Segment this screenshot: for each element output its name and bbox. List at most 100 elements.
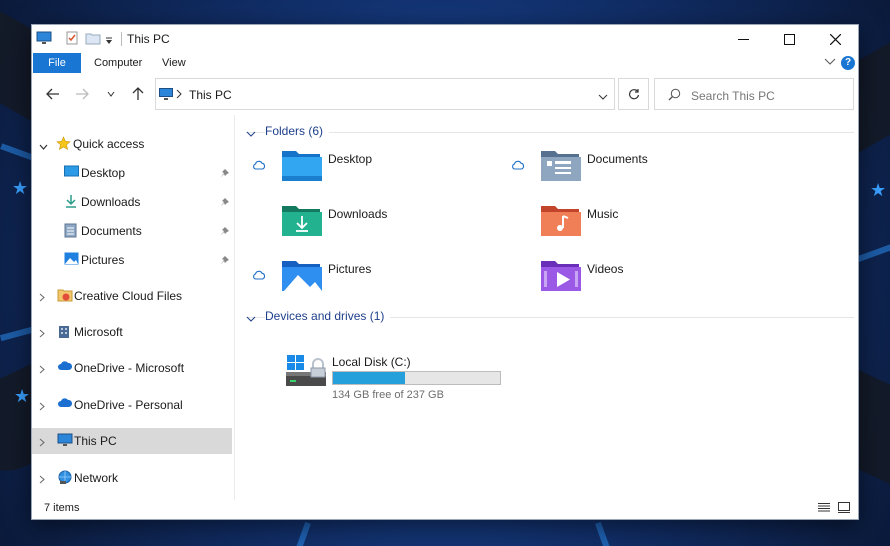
nav-onedrive-personal[interactable]: OneDrive - Personal	[32, 392, 232, 418]
address-dropdown-icon[interactable]	[598, 89, 608, 103]
maximize-button[interactable]	[766, 25, 812, 53]
drive-local-disk-c[interactable]: Local Disk (C:) 134 GB free of 237 GB	[286, 351, 526, 401]
nav-label-desktop: Desktop	[81, 166, 126, 180]
breadcrumb-this-pc[interactable]: This PC	[189, 88, 232, 102]
folder-videos[interactable]: Videos	[511, 259, 751, 303]
details-view-button[interactable]	[818, 502, 830, 516]
network-icon	[57, 470, 73, 486]
nav-quick-access[interactable]: Quick access	[32, 131, 232, 157]
content-pane: Folders (6) Desktop Documents Downloads	[236, 115, 858, 500]
nav-quick-documents[interactable]: Documents	[32, 218, 232, 244]
nav-creative-cloud-files[interactable]: Creative Cloud Files	[32, 283, 232, 309]
nav-onedrive-microsoft[interactable]: OneDrive - Microsoft	[32, 355, 232, 381]
cloud-sync-icon	[252, 159, 266, 173]
onedrive-cloud-icon	[57, 360, 73, 376]
address-bar[interactable]: This PC	[155, 78, 615, 110]
folder-documents[interactable]: Documents	[511, 149, 751, 193]
title-separator	[121, 32, 122, 46]
search-placeholder: Search This PC	[691, 89, 775, 103]
desktop-folder-icon	[282, 149, 322, 185]
devices-group-label: Devices and drives (1)	[265, 309, 391, 323]
music-folder-icon	[541, 204, 581, 240]
refresh-button[interactable]	[618, 78, 649, 110]
pin-icon[interactable]	[220, 196, 229, 210]
help-icon[interactable]: ?	[841, 56, 855, 70]
up-button[interactable]	[129, 85, 147, 103]
nav-label-network: Network	[74, 471, 119, 485]
folder-label-desktop: Desktop	[328, 152, 373, 166]
back-arrow-icon	[46, 88, 59, 100]
navigation-pane: Quick access Desktop Downloads Documents	[32, 115, 235, 500]
new-folder-icon[interactable]	[85, 31, 101, 48]
recent-locations-button[interactable]	[102, 85, 120, 103]
search-input[interactable]: Search This PC	[654, 78, 854, 110]
this-pc-icon	[36, 31, 52, 48]
drive-free-space: 134 GB free of 237 GB	[332, 389, 444, 401]
nav-label-onedrive-personal: OneDrive - Personal	[74, 398, 183, 412]
document-icon	[64, 223, 80, 239]
large-icons-view-icon	[838, 502, 850, 513]
folders-group-header[interactable]: Folders (6)	[246, 123, 854, 139]
chevron-down-icon[interactable]	[246, 311, 256, 325]
pin-icon[interactable]	[220, 167, 229, 181]
chevron-right-icon[interactable]	[39, 473, 45, 487]
large-icons-view-button[interactable]	[838, 502, 850, 516]
chevron-right-icon[interactable]	[39, 400, 45, 414]
pin-icon[interactable]	[220, 254, 229, 268]
back-button[interactable]	[44, 85, 62, 103]
drive-usage-fill	[333, 372, 405, 384]
close-button[interactable]	[812, 25, 858, 53]
properties-icon[interactable]	[65, 31, 79, 48]
nav-network[interactable]: Network	[32, 465, 232, 491]
downloads-folder-icon	[282, 204, 322, 240]
minimize-icon	[737, 38, 749, 40]
nav-microsoft[interactable]: Microsoft	[32, 319, 232, 345]
nav-label-quick-access: Quick access	[73, 137, 145, 151]
folder-pictures[interactable]: Pictures	[252, 259, 492, 303]
devices-group-header[interactable]: Devices and drives (1)	[246, 308, 854, 324]
breadcrumb-chevron-icon[interactable]	[176, 88, 182, 102]
nav-this-pc[interactable]: This PC	[32, 428, 232, 454]
this-pc-icon	[57, 433, 73, 449]
nav-quick-pictures[interactable]: Pictures	[32, 247, 232, 273]
folder-label-pictures: Pictures	[328, 262, 372, 276]
chevron-down-icon[interactable]	[39, 139, 48, 153]
tab-computer[interactable]: Computer	[94, 53, 142, 73]
chevron-right-icon[interactable]	[39, 363, 45, 377]
building-icon	[57, 324, 73, 340]
tab-file[interactable]: File	[33, 53, 81, 73]
nav-quick-downloads[interactable]: Downloads	[32, 189, 232, 215]
nav-quick-desktop[interactable]: Desktop	[32, 160, 232, 186]
nav-label-documents: Documents	[81, 224, 142, 238]
chevron-right-icon[interactable]	[39, 291, 45, 305]
chevron-right-icon[interactable]	[39, 436, 45, 450]
nav-label-downloads: Downloads	[81, 195, 141, 209]
documents-folder-icon	[541, 149, 581, 185]
maximize-icon	[783, 33, 795, 45]
close-icon	[829, 33, 841, 45]
chevron-down-icon[interactable]	[246, 126, 256, 140]
onedrive-cloud-icon	[57, 397, 73, 413]
forward-button[interactable]	[73, 85, 91, 103]
pin-icon[interactable]	[220, 225, 229, 239]
nav-label-pictures: Pictures	[81, 253, 125, 267]
window-title: This PC	[127, 32, 170, 46]
status-bar: 7 items	[32, 498, 858, 519]
title-bar: This PC	[32, 25, 858, 53]
nav-label-microsoft: Microsoft	[74, 325, 123, 339]
folder-label-music: Music	[587, 207, 619, 221]
expand-ribbon-icon[interactable]	[824, 55, 836, 70]
folder-downloads[interactable]: Downloads	[252, 204, 492, 248]
folder-music[interactable]: Music	[511, 204, 751, 248]
cloud-sync-icon	[252, 269, 266, 283]
pictures-folder-icon	[282, 259, 322, 295]
minimize-button[interactable]	[720, 25, 766, 53]
folder-label-videos: Videos	[587, 262, 624, 276]
tab-view[interactable]: View	[162, 53, 186, 73]
folder-label-documents: Documents	[587, 152, 648, 166]
chevron-right-icon[interactable]	[39, 327, 45, 341]
refresh-icon	[628, 89, 639, 100]
customize-toolbar-icon[interactable]	[105, 34, 113, 48]
creative-cloud-folder-icon	[57, 288, 73, 304]
folder-desktop[interactable]: Desktop	[252, 149, 492, 193]
